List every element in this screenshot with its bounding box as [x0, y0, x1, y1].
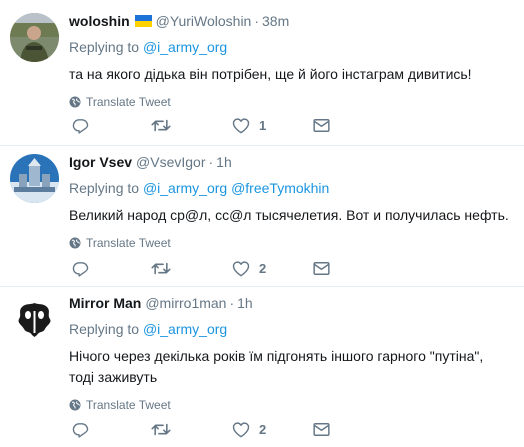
tweet-text: Нічого через декілька років їм підгонять… [69, 348, 484, 385]
replying-label: Replying to [69, 39, 140, 55]
tweet-header: Igor Vsev @VsevIgor · 1h [69, 153, 512, 171]
direct-message-button[interactable] [313, 258, 330, 278]
timestamp[interactable]: 1h [216, 154, 232, 170]
translate-tweet-link[interactable]: Translate Tweet [69, 94, 512, 110]
user-handle[interactable]: @YuriWoloshin [156, 13, 252, 29]
heart-icon [232, 421, 250, 437]
avatar[interactable] [10, 13, 59, 62]
tweet-text: та на якого дідька він потрібен, ще й йо… [69, 66, 472, 82]
display-name[interactable]: Igor Vsev [69, 154, 132, 170]
mention-link[interactable]: @i_army_org [143, 39, 227, 55]
replying-label: Replying to [69, 180, 140, 196]
envelope-icon [313, 422, 330, 436]
tweet-content: Igor Vsev @VsevIgor · 1h Replying to @i_arm… [69, 153, 512, 251]
retweet-icon [151, 119, 171, 131]
separator-dot: · [208, 154, 214, 170]
tweet-feed: woloshin @YuriWoloshin · 38m Replying to @i… [0, 0, 524, 447]
globe-icon [69, 237, 81, 249]
direct-message-button[interactable] [313, 419, 330, 439]
translate-label: Translate Tweet [86, 95, 171, 109]
translate-label: Translate Tweet [86, 236, 171, 250]
reply-icon [72, 422, 89, 438]
reply-icon [72, 118, 89, 134]
reply-icon [72, 261, 89, 277]
replying-label: Replying to [69, 321, 140, 337]
tweet-header: Mirror Man @mirro1man · 1h [69, 294, 512, 312]
replying-to: Replying to @i_army_org @freeTymokhin [69, 179, 512, 197]
retweet-button[interactable] [151, 258, 171, 278]
user-handle[interactable]: @VsevIgor [136, 154, 205, 170]
heart-icon [232, 117, 250, 133]
separator-dot: · [254, 13, 260, 29]
tweet-content: Mirror Man @mirro1man · 1h Replying to @i_a… [69, 294, 512, 413]
envelope-icon [313, 118, 330, 132]
direct-message-button[interactable] [313, 115, 330, 135]
reply-button[interactable] [72, 258, 89, 278]
tweet-item[interactable]: Igor Vsev @VsevIgor · 1h Replying to @i_arm… [0, 146, 524, 287]
user-handle[interactable]: @mirro1man [145, 295, 226, 311]
avatar[interactable] [10, 295, 59, 344]
replying-to: Replying to @i_army_org [69, 320, 512, 338]
display-name[interactable]: woloshin [69, 13, 130, 29]
heart-icon [232, 260, 250, 276]
like-button[interactable]: 2 [232, 258, 266, 278]
timestamp[interactable]: 38m [262, 13, 289, 29]
retweet-icon [151, 423, 171, 435]
translate-tweet-link[interactable]: Translate Tweet [69, 235, 512, 251]
retweet-button[interactable] [151, 419, 171, 439]
tweet-header: woloshin @YuriWoloshin · 38m [69, 12, 512, 30]
like-count: 2 [259, 421, 267, 437]
avatar[interactable] [10, 154, 59, 203]
tweet-item[interactable]: woloshin @YuriWoloshin · 38m Replying to @i… [0, 0, 524, 146]
retweet-button[interactable] [151, 115, 171, 135]
timestamp[interactable]: 1h [237, 295, 253, 311]
mention-link[interactable]: @freeTymokhin [231, 180, 329, 196]
globe-icon [69, 96, 81, 108]
replying-to: Replying to @i_army_org [69, 38, 512, 56]
tweet-item[interactable]: Mirror Man @mirro1man · 1h Replying to @i_a… [0, 287, 524, 447]
reply-button[interactable] [72, 419, 89, 439]
envelope-icon [313, 261, 330, 275]
like-count: 2 [259, 260, 267, 276]
globe-icon [69, 399, 81, 411]
display-name[interactable]: Mirror Man [69, 295, 141, 311]
like-button[interactable]: 1 [232, 115, 266, 135]
reply-button[interactable] [72, 115, 89, 135]
separator-dot: · [229, 295, 235, 311]
like-button[interactable]: 2 [232, 419, 266, 439]
tweet-content: woloshin @YuriWoloshin · 38m Replying to @i… [69, 12, 512, 110]
mention-link[interactable]: @i_army_org [143, 321, 227, 337]
mention-link[interactable]: @i_army_org [143, 180, 227, 196]
like-count: 1 [259, 117, 267, 133]
ukraine-flag-icon [134, 15, 152, 27]
retweet-icon [151, 262, 171, 274]
translate-label: Translate Tweet [86, 398, 171, 412]
translate-tweet-link[interactable]: Translate Tweet [69, 397, 512, 413]
tweet-text: Великий народ ср@л, сс@л тысячелетия. Во… [69, 207, 509, 223]
